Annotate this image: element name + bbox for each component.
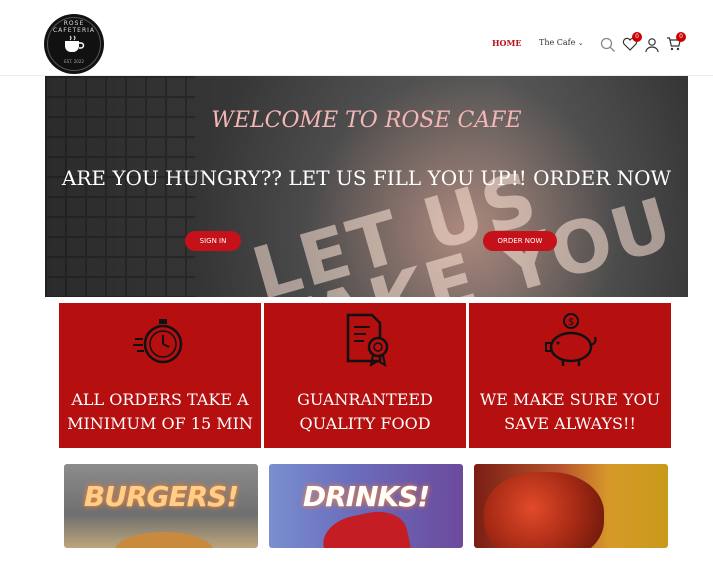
feature-box-savings: $ WE MAKE SURE YOU SAVE ALWAYS!! bbox=[469, 303, 671, 448]
piggy-bank-icon: $ bbox=[545, 313, 597, 366]
wishlist-count-badge: 0 bbox=[632, 32, 642, 42]
feature-text-line: QUALITY FOOD bbox=[299, 414, 431, 433]
feature-text-line: GUANRANTEED bbox=[297, 390, 433, 409]
rose-cafeteria-logo[interactable]: ROSE CAFETERIA EST. 2022 bbox=[44, 14, 104, 74]
hero-subtitle: ARE YOU HUNGRY?? LET US FILL YOU UP!! OR… bbox=[61, 166, 672, 190]
hero-background-sign: LET US TAKE YOU HERE bbox=[243, 155, 683, 297]
sign-in-button[interactable]: SIGN IN bbox=[185, 231, 241, 251]
svg-text:$: $ bbox=[568, 317, 574, 328]
order-now-button[interactable]: ORDER NOW bbox=[483, 231, 557, 251]
category-title: DRINKS! bbox=[302, 480, 430, 513]
wishlist-button[interactable]: 0 bbox=[622, 32, 642, 54]
feature-text: GUANRANTEED QUALITY FOOD bbox=[270, 388, 460, 436]
food-image bbox=[484, 472, 604, 548]
feature-text-line: SAVE ALWAYS!! bbox=[504, 414, 636, 433]
burger-image bbox=[114, 532, 214, 548]
cart-count-badge: 0 bbox=[676, 32, 686, 42]
logo-brand-text: ROSE CAFETERIA bbox=[52, 20, 96, 34]
stopwatch-icon bbox=[133, 319, 183, 364]
site-header: ROSE CAFETERIA EST. 2022 HOME The Cafe ⌄… bbox=[0, 0, 713, 76]
nav-home-link[interactable]: HOME bbox=[492, 38, 521, 48]
feature-text-line: WE MAKE SURE YOU bbox=[479, 390, 661, 409]
category-card-food[interactable] bbox=[474, 464, 668, 548]
cart-button[interactable]: 0 bbox=[666, 32, 686, 54]
logo-est-text: EST. 2022 bbox=[64, 59, 84, 64]
feature-box-quality: GUANRANTEED QUALITY FOOD bbox=[264, 303, 466, 448]
certificate-icon bbox=[346, 313, 389, 367]
category-title: BURGERS! bbox=[83, 480, 239, 513]
feature-text-line: ALL ORDERS TAKE A bbox=[71, 390, 249, 409]
feature-box-order-time: ALL ORDERS TAKE A MINIMUM OF 15 MIN bbox=[59, 303, 261, 448]
feature-text: WE MAKE SURE YOU SAVE ALWAYS!! bbox=[475, 388, 665, 436]
nav-the-cafe-label: The Cafe bbox=[539, 38, 576, 47]
hero-title: WELCOME TO ROSE CAFE bbox=[211, 108, 522, 133]
hero-banner: LET US TAKE YOU HERE WELCOME TO ROSE CAF… bbox=[45, 76, 688, 297]
search-icon[interactable] bbox=[600, 37, 616, 53]
chevron-down-icon: ⌄ bbox=[577, 39, 584, 47]
feature-text-line: MINIMUM OF 15 MIN bbox=[67, 414, 253, 433]
feature-text: ALL ORDERS TAKE A MINIMUM OF 15 MIN bbox=[65, 388, 255, 436]
category-card-drinks[interactable]: DRINKS! bbox=[269, 464, 463, 548]
category-card-burgers[interactable]: BURGERS! bbox=[64, 464, 258, 548]
nav-the-cafe-dropdown[interactable]: The Cafe ⌄ bbox=[539, 38, 584, 47]
user-account-icon[interactable] bbox=[644, 37, 660, 53]
